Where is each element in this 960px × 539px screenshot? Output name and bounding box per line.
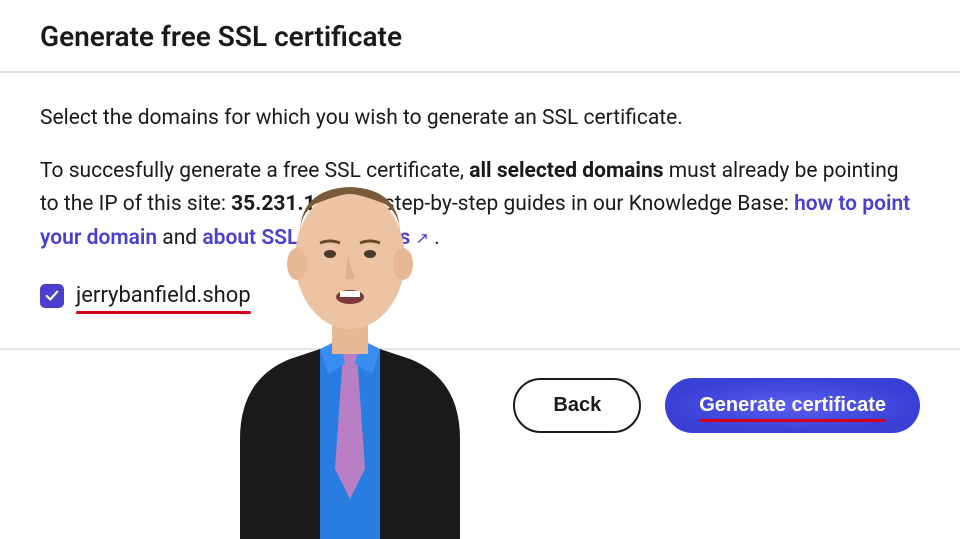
info-ip: 35.231.13	[231, 192, 328, 216]
info-end: .	[429, 226, 440, 250]
info-bold-domains: all selected domains	[469, 159, 663, 183]
info-block: To succesfully generate a free SSL certi…	[40, 155, 920, 256]
external-link-icon: ↗	[416, 228, 429, 247]
back-button[interactable]: Back	[513, 378, 641, 433]
info-prefix: To succesfully generate a free SSL certi…	[40, 159, 469, 183]
domain-name-text: jerrybanfield.shop	[76, 283, 251, 308]
generate-certificate-button[interactable]: Generate certificate	[665, 378, 920, 433]
info-and: and	[157, 226, 202, 250]
page-title: Generate free SSL certificate	[40, 20, 920, 71]
link-ssl-certificates[interactable]: about SSL certificates	[202, 226, 410, 250]
info-mid2: . Find step-by-step guides in our Knowle…	[328, 192, 794, 216]
annotation-underline	[76, 311, 251, 314]
annotation-underline	[699, 419, 886, 422]
instruction-text: Select the domains for which you wish to…	[40, 103, 920, 135]
domain-checkbox[interactable]	[40, 284, 64, 308]
divider	[0, 71, 960, 73]
footer-actions: Back Generate certificate	[0, 350, 960, 433]
domain-label: jerrybanfield.shop	[76, 283, 251, 308]
domain-row[interactable]: jerrybanfield.shop	[40, 283, 920, 308]
check-icon	[45, 289, 59, 303]
generate-button-label: Generate certificate	[699, 394, 886, 416]
